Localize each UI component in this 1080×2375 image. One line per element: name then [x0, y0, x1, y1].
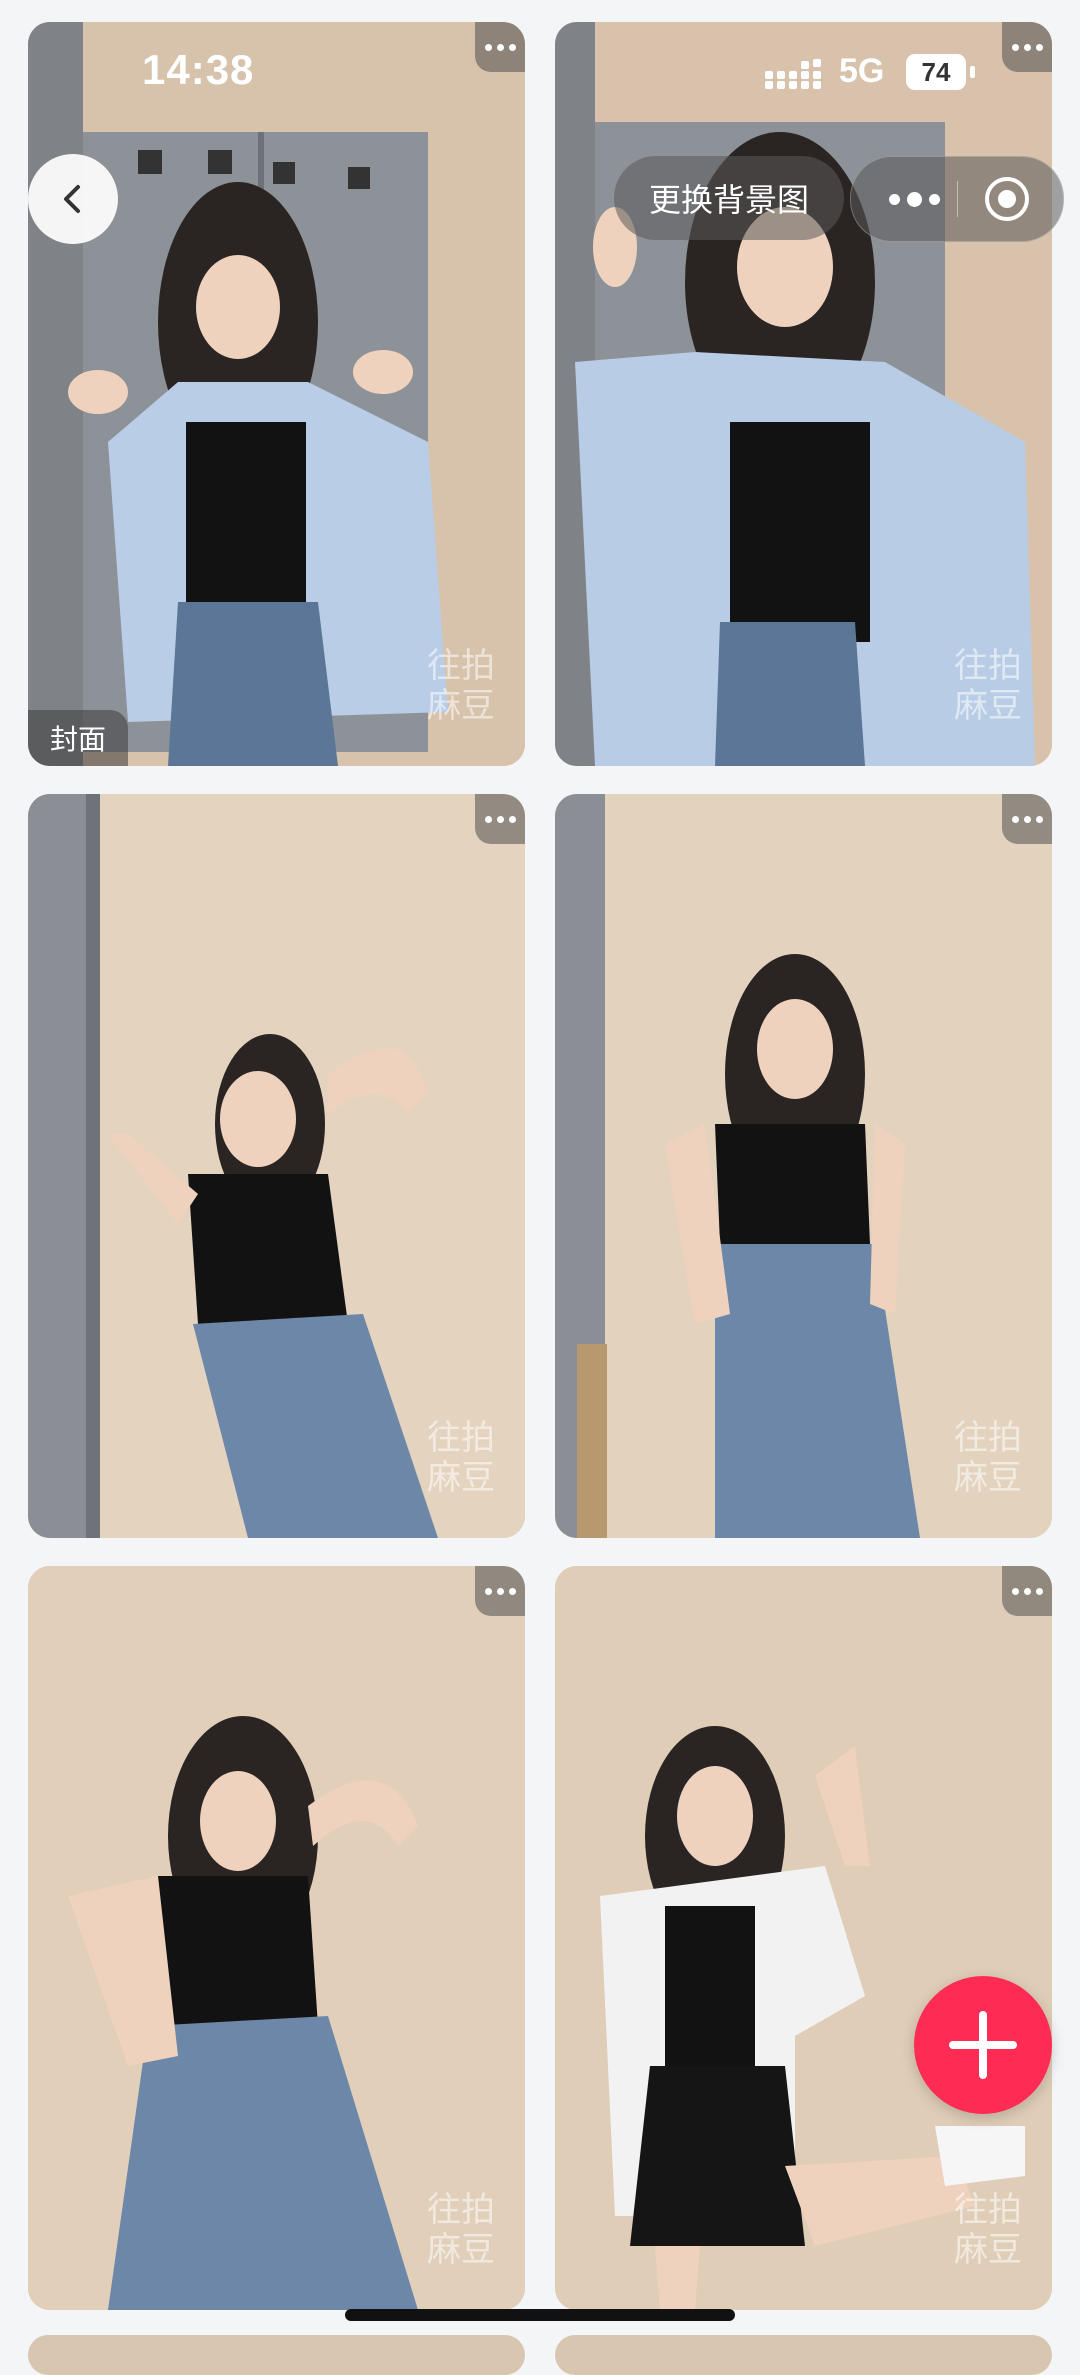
- add-photo-button[interactable]: [914, 1976, 1052, 2114]
- cover-badge: 封面: [28, 710, 129, 766]
- watermark: 往拍 麻豆: [954, 2191, 1022, 2269]
- tile-more-button[interactable]: [475, 794, 525, 844]
- photo-tile-7[interactable]: [28, 2335, 525, 2375]
- tile-more-button[interactable]: [1002, 794, 1052, 844]
- home-indicator[interactable]: [345, 2309, 735, 2321]
- watermark: 往拍 麻豆: [954, 1419, 1022, 1497]
- battery-tip: [970, 66, 975, 78]
- status-time: 14:38: [142, 46, 255, 93]
- tile-more-button[interactable]: [1002, 1566, 1052, 1616]
- photo-tile-3[interactable]: 往拍 麻豆: [28, 794, 525, 1538]
- signal-icon: [765, 59, 821, 89]
- miniprogram-capsule: [850, 156, 1064, 242]
- tile-more-button[interactable]: [1002, 22, 1052, 72]
- back-icon: [64, 185, 80, 213]
- network-type: 5G: [839, 52, 885, 90]
- back-button[interactable]: [28, 154, 118, 244]
- watermark: 往拍 麻豆: [954, 647, 1022, 725]
- more-dots-icon[interactable]: [879, 157, 949, 241]
- tile-more-button[interactable]: [475, 1566, 525, 1616]
- watermark: 往拍 麻豆: [427, 647, 495, 725]
- tile-more-button[interactable]: [475, 22, 525, 72]
- photo-tile-1[interactable]: 封面 往拍 麻豆: [28, 22, 525, 766]
- photo-tile-4[interactable]: 往拍 麻豆: [555, 794, 1052, 1538]
- photo-tile-2[interactable]: 往拍 麻豆: [555, 22, 1052, 766]
- battery-indicator: 74: [906, 54, 966, 90]
- capsule-divider: [957, 181, 958, 217]
- close-capsule-icon[interactable]: [985, 177, 1029, 221]
- photo-tile-5[interactable]: 往拍 麻豆: [28, 1566, 525, 2310]
- photo-tile-8[interactable]: [555, 2335, 1052, 2375]
- change-background-button[interactable]: 更换背景图: [614, 156, 844, 240]
- photo-tile-6[interactable]: 往拍 麻豆: [555, 1566, 1052, 2310]
- watermark: 往拍 麻豆: [427, 1419, 495, 1497]
- watermark: 往拍 麻豆: [427, 2191, 495, 2269]
